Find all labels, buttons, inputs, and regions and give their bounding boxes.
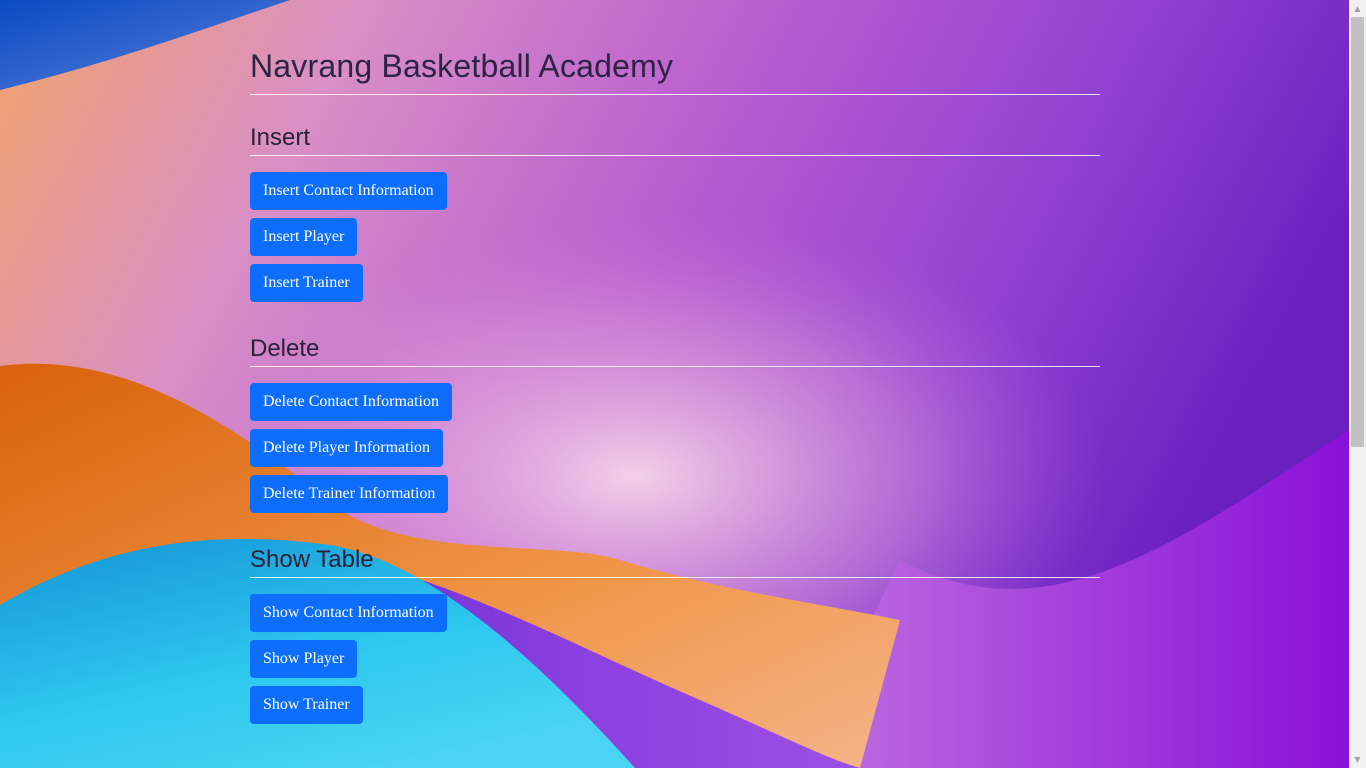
insert-player-button[interactable]: Insert Player bbox=[250, 218, 358, 256]
delete-player-information-button[interactable]: Delete Player Information bbox=[250, 429, 444, 467]
title-divider bbox=[250, 94, 1100, 95]
show-table-heading: Show Table bbox=[250, 546, 374, 573]
insert-section: Insert Insert Contact Information Insert… bbox=[250, 123, 1100, 302]
insert-contact-information-button[interactable]: Insert Contact Information bbox=[250, 172, 447, 210]
show-table-section: Show Table Show Contact Information Show… bbox=[250, 545, 1100, 724]
insert-heading: Insert bbox=[250, 124, 311, 151]
vertical-scrollbar[interactable]: ▲ ▼ bbox=[1349, 0, 1366, 768]
delete-trainer-information-button[interactable]: Delete Trainer Information bbox=[250, 475, 449, 513]
chevron-down-icon[interactable]: ▼ bbox=[1349, 751, 1366, 768]
delete-section: Delete Delete Contact Information Delete… bbox=[250, 334, 1100, 513]
show-player-button[interactable]: Show Player bbox=[250, 640, 358, 678]
insert-divider bbox=[250, 155, 1100, 156]
delete-heading: Delete bbox=[250, 335, 320, 362]
chevron-up-icon[interactable]: ▲ bbox=[1349, 0, 1366, 17]
scrollbar-thumb[interactable] bbox=[1351, 17, 1364, 447]
show-contact-information-button[interactable]: Show Contact Information bbox=[250, 594, 447, 632]
page-title: Navrang Basketball Academy bbox=[250, 48, 674, 84]
show-table-divider bbox=[250, 577, 1100, 578]
main-container: Navrang Basketball Academy Insert Insert… bbox=[250, 0, 1100, 732]
delete-contact-information-button[interactable]: Delete Contact Information bbox=[250, 383, 452, 421]
show-trainer-button[interactable]: Show Trainer bbox=[250, 686, 363, 724]
insert-trainer-button[interactable]: Insert Trainer bbox=[250, 264, 363, 302]
delete-divider bbox=[250, 366, 1100, 367]
